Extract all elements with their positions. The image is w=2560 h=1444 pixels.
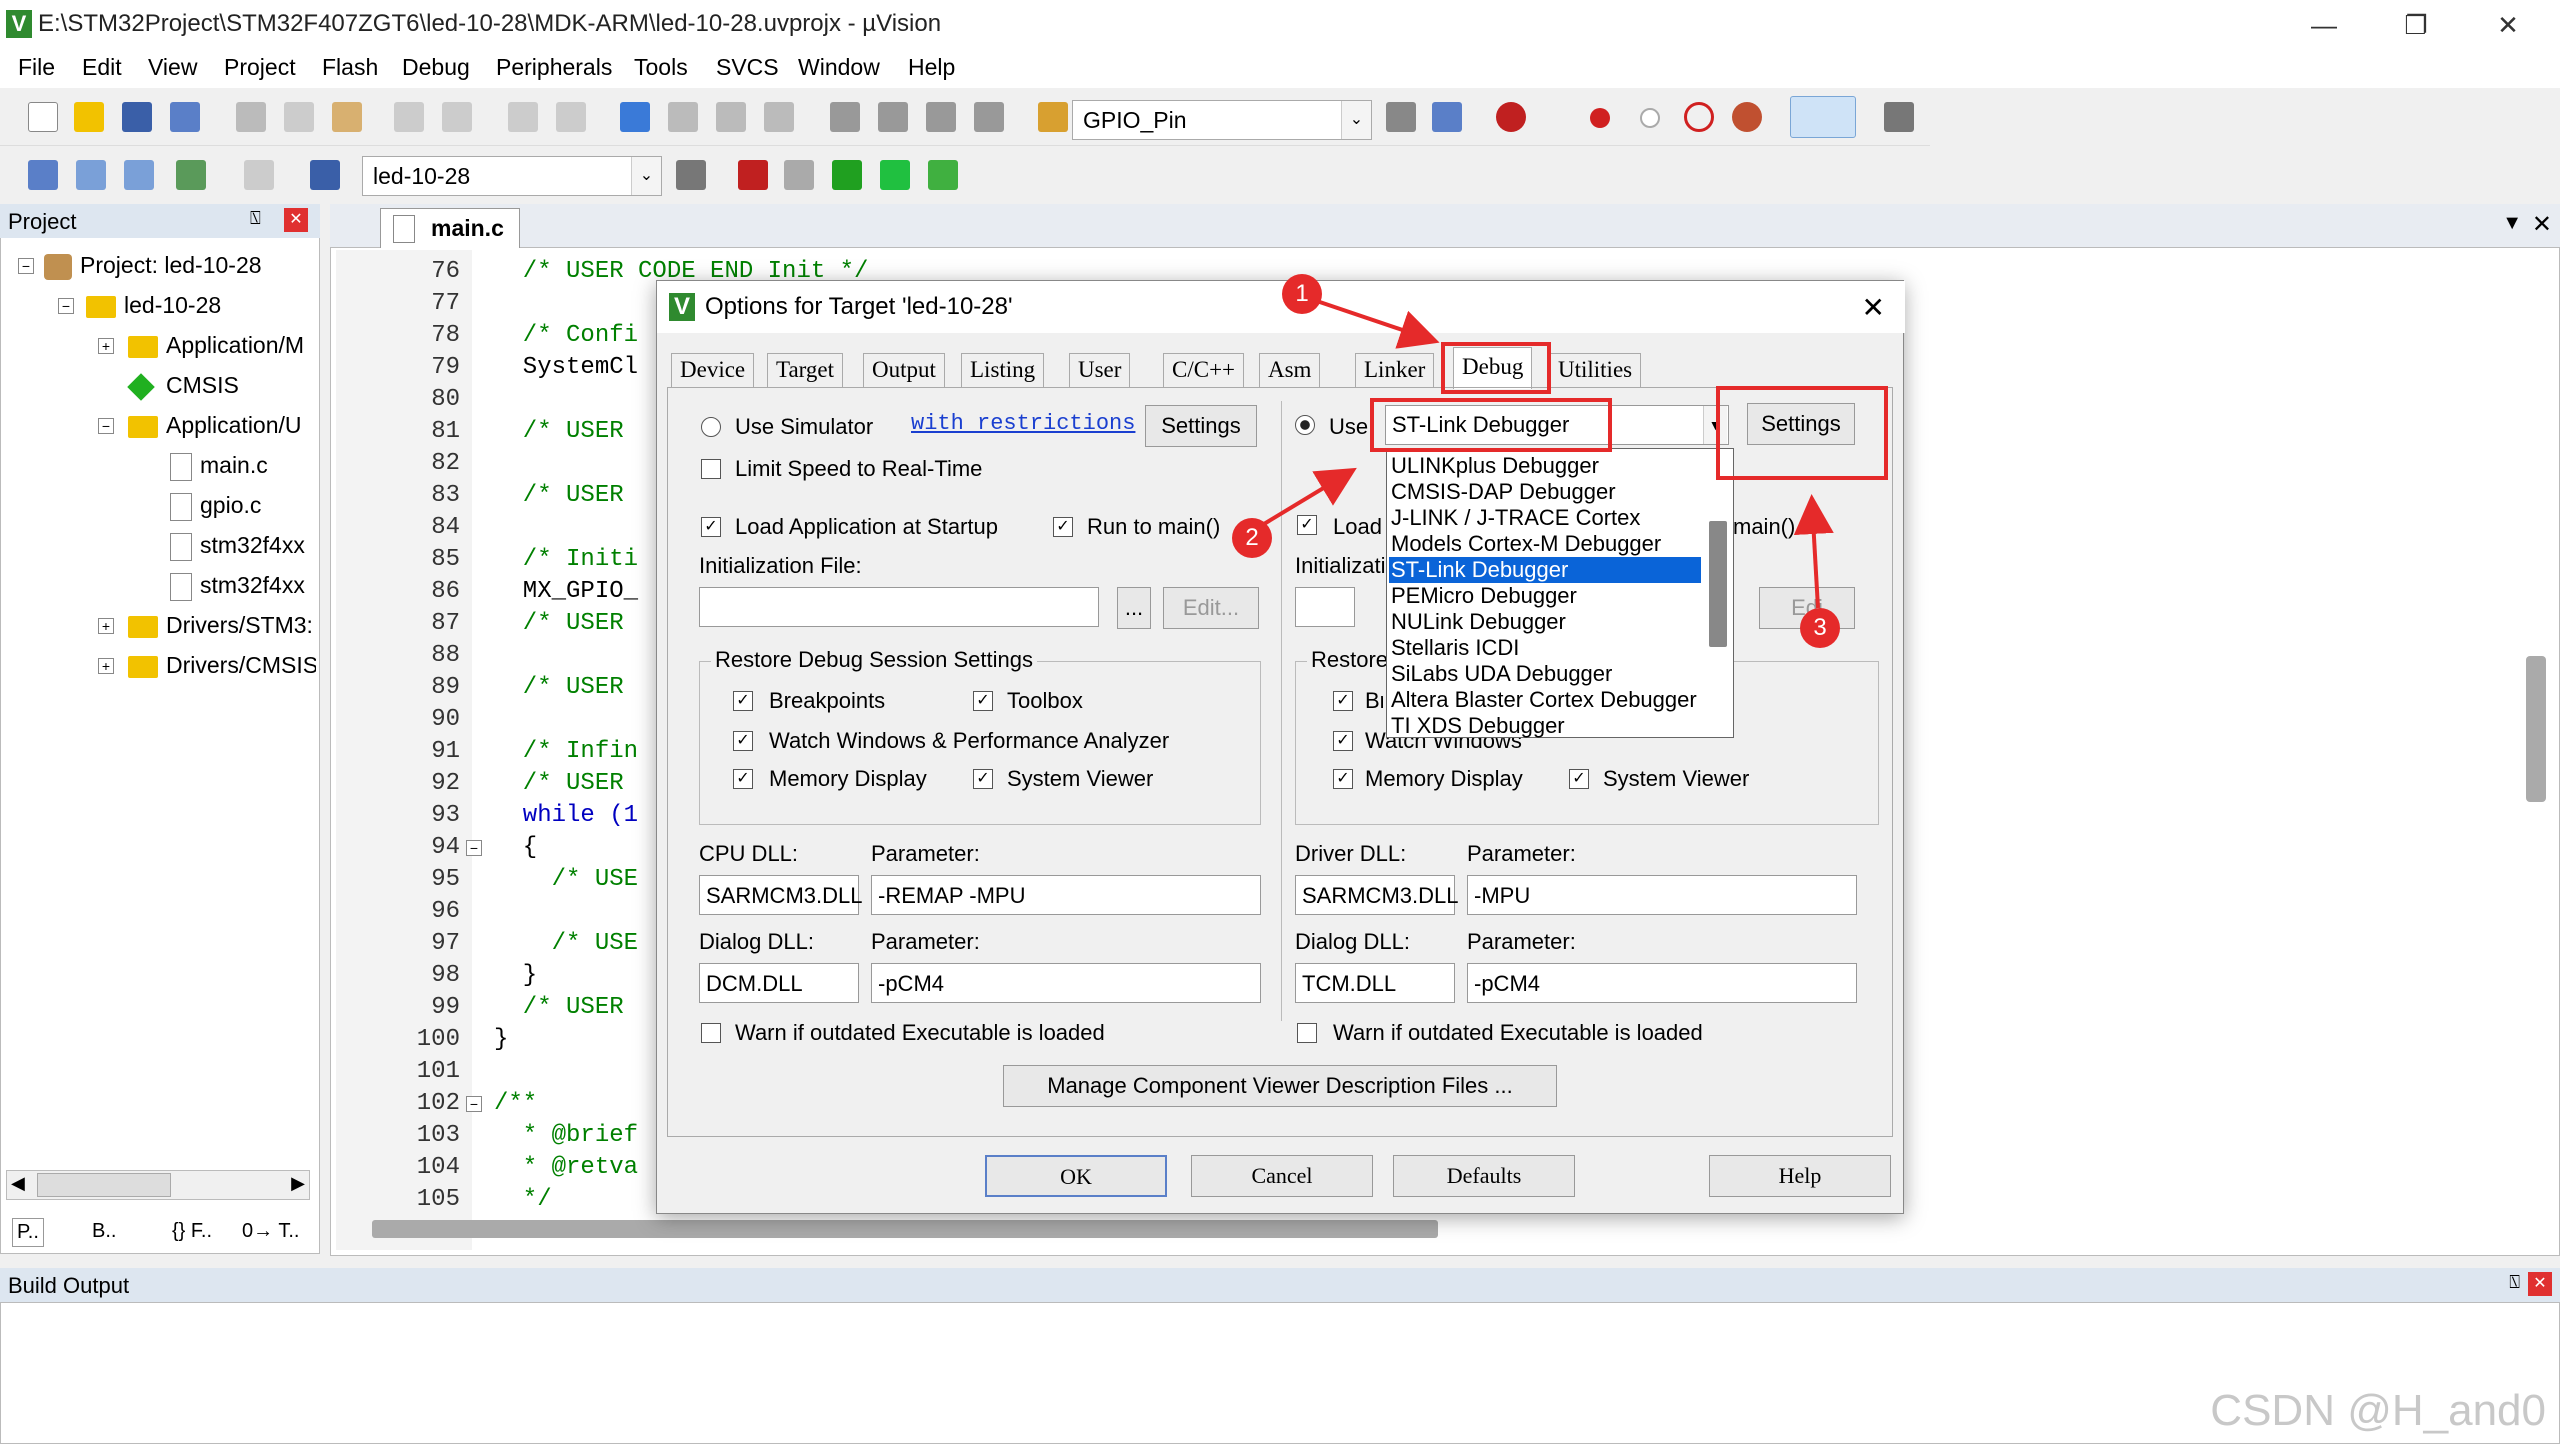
annotation-badge-1: 1	[1282, 274, 1322, 314]
arrow-1	[1301, 294, 1440, 349]
arrow-2	[1252, 467, 1357, 532]
annotation-arrows	[1252, 294, 1834, 609]
annotation-badge-3: 3	[1800, 608, 1840, 648]
annotation-badge-2: 2	[1232, 518, 1272, 558]
arrow-3	[1793, 494, 1834, 609]
